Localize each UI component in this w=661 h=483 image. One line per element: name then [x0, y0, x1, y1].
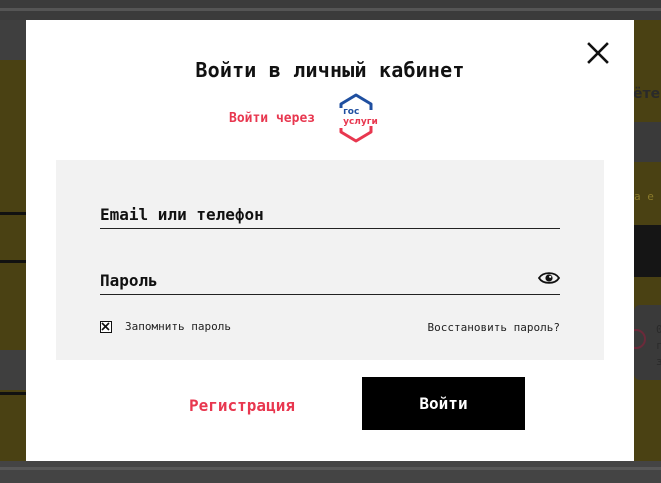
login-field	[100, 195, 560, 229]
restore-password-link[interactable]: Восстановить пароль?	[428, 321, 560, 334]
login-modal: Войти в личный кабинет Войти через гос у…	[26, 20, 634, 461]
background-heading-fragment: ёте	[633, 86, 661, 102]
gosuslugi-logo-line2: услуги	[343, 117, 378, 127]
gosuslugi-login[interactable]: Войти через гос услуги	[229, 92, 381, 144]
remember-checkbox[interactable]	[100, 320, 112, 333]
login-form: Запомнить пароль Восстановить пароль?	[56, 160, 604, 360]
login-input[interactable]	[100, 195, 560, 228]
gosuslugi-label[interactable]: Войти через	[229, 111, 315, 126]
password-field	[100, 261, 560, 295]
modal-title: Войти в личный кабинет	[195, 58, 465, 82]
eye-icon[interactable]	[538, 270, 560, 286]
register-link[interactable]: Регистрация	[189, 396, 295, 415]
password-input[interactable]	[100, 261, 560, 294]
checkbox-checked-icon	[101, 321, 110, 331]
background-card: 0 г з	[634, 305, 661, 380]
remember-password[interactable]: Запомнить пароль	[100, 320, 231, 333]
background-small-text: а е	[634, 190, 654, 203]
background-bottombar	[0, 461, 661, 483]
background-left-strip	[0, 20, 26, 461]
login-button[interactable]: Войти	[362, 377, 525, 430]
remember-label[interactable]: Запомнить пароль	[125, 320, 231, 333]
gosuslugi-logo[interactable]: гос услуги	[331, 92, 381, 144]
gosuslugi-logo-line1: гос	[343, 107, 360, 117]
background-topbar	[0, 0, 661, 20]
